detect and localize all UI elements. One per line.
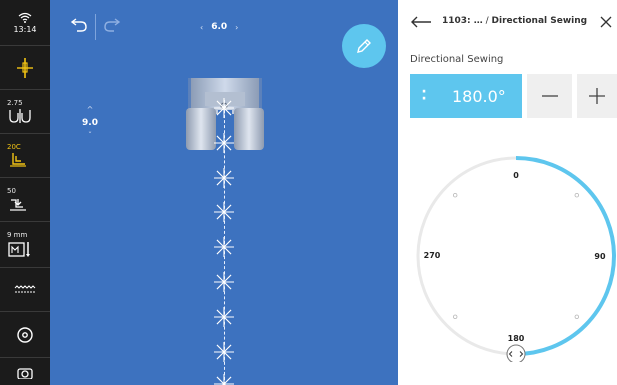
- angle-value: 180.0°: [452, 86, 506, 106]
- camera-icon: [17, 367, 33, 379]
- dial-label-180: 180: [508, 334, 525, 343]
- thread-tension-value: 50: [7, 187, 16, 195]
- needle-position-button[interactable]: [0, 46, 50, 90]
- breadcrumb-separator: /: [482, 16, 492, 26]
- stitch-star: [214, 374, 234, 385]
- stitch-star: [214, 307, 234, 327]
- wifi-icon: [18, 12, 32, 23]
- dial-label-270: 270: [424, 251, 441, 260]
- needle-icon: [17, 57, 33, 78]
- stitch-length-value: 9 mm: [7, 231, 28, 239]
- edit-button[interactable]: [342, 24, 386, 68]
- presser-foot-icon: [10, 153, 26, 167]
- stitch-length-button[interactable]: 9 mm: [0, 222, 50, 268]
- dial-tick: [452, 192, 458, 198]
- left-toolbar: 13:14 2.75 20C 50 9 mm: [0, 0, 50, 385]
- dial-handle[interactable]: [506, 344, 526, 362]
- back-arrow-icon[interactable]: [410, 15, 432, 29]
- presser-foot-button[interactable]: 20C: [0, 134, 50, 178]
- bobbin-icon: [17, 326, 33, 343]
- breadcrumb: 1103: … / Directional Sewing: [442, 16, 587, 26]
- close-icon[interactable]: [600, 16, 612, 28]
- breadcrumb-current: Directional Sewing: [491, 16, 588, 26]
- dial-tick: [574, 314, 580, 320]
- thread-tension-button[interactable]: 50: [0, 178, 50, 222]
- bobbin-button[interactable]: [0, 312, 50, 358]
- clock: 13:14: [13, 24, 37, 34]
- undo-redo-divider: [95, 14, 96, 40]
- panel-title: Directional Sewing: [410, 54, 504, 65]
- decrease-angle-button[interactable]: [527, 74, 572, 118]
- pencil-icon: [357, 39, 371, 53]
- increase-angle-button[interactable]: [577, 74, 617, 118]
- stitch-length-icon: [8, 242, 30, 257]
- stitch-width-display: 9.0: [82, 118, 98, 128]
- stitch-star: [214, 272, 234, 292]
- redo-icon[interactable]: [103, 18, 123, 34]
- plus-icon: [589, 88, 605, 104]
- stitch-width-value: 2.75: [7, 99, 23, 107]
- stitch-star: [214, 168, 234, 188]
- undo-icon[interactable]: [68, 18, 88, 34]
- length-decrease-button[interactable]: ‹: [200, 23, 203, 32]
- breadcrumb-stitch[interactable]: 1103: …: [442, 16, 483, 26]
- dial-label-90: 90: [594, 252, 606, 261]
- zigzag-stitch-icon: [14, 284, 36, 292]
- stitch-width-button[interactable]: 2.75: [0, 90, 50, 134]
- drag-handle-icon: · ·: [421, 84, 427, 107]
- stitch-star: [214, 237, 234, 257]
- thread-tension-icon: [10, 199, 26, 211]
- width-increase-button[interactable]: ^: [80, 104, 100, 116]
- stitch-options-button[interactable]: [0, 268, 50, 312]
- stitch-star: [214, 98, 234, 118]
- stitch-length-display: 6.0: [211, 22, 228, 32]
- stitch-width-control: ^ 9.0 ˇ: [80, 104, 100, 142]
- presser-foot-label: 20C: [7, 143, 21, 151]
- length-increase-button[interactable]: ›: [235, 23, 238, 32]
- dial-label-0: 0: [513, 171, 519, 180]
- dial-ticks: [452, 192, 580, 320]
- width-decrease-button[interactable]: ˇ: [80, 130, 100, 142]
- dial-tick: [574, 192, 580, 198]
- stitch-star: [214, 342, 234, 362]
- stitch-star: [214, 133, 234, 153]
- camera-button[interactable]: [0, 358, 50, 385]
- stitch-width-icon: [9, 109, 31, 123]
- status-area: 13:14: [0, 0, 50, 46]
- stitch-length-control: ‹ 6.0 ›: [200, 22, 238, 32]
- stitch-star: [214, 202, 234, 222]
- minus-icon: [541, 95, 558, 97]
- direction-dial[interactable]: 0 90 180 270: [410, 150, 617, 362]
- angle-field[interactable]: · · 180.0°: [410, 74, 522, 118]
- dial-tick: [452, 314, 458, 320]
